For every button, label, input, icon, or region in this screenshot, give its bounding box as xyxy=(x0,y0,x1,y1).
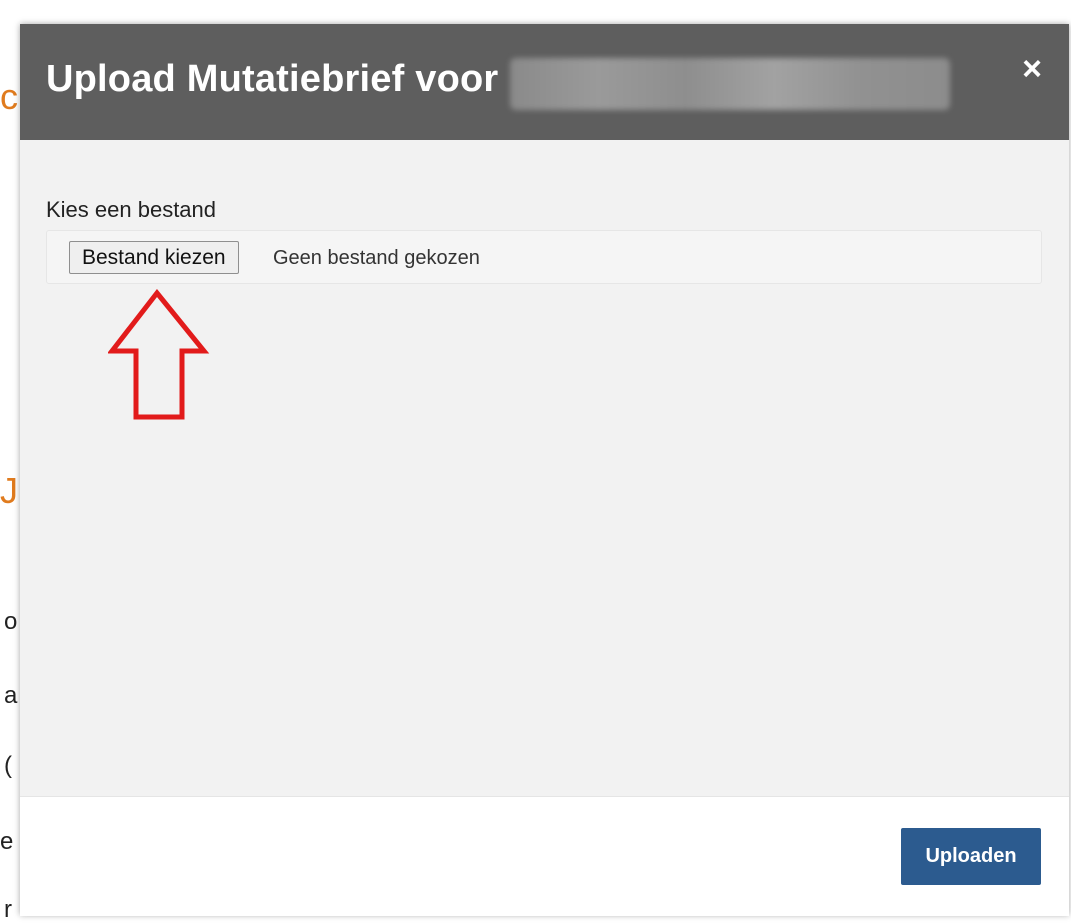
close-button[interactable]: × xyxy=(1017,52,1047,86)
redacted-name xyxy=(510,58,950,110)
file-input-group: Bestand kiezen Geen bestand gekozen xyxy=(46,230,1042,284)
choose-file-button[interactable]: Bestand kiezen xyxy=(69,241,239,274)
file-status-text: Geen bestand gekozen xyxy=(273,247,480,269)
dialog-title: Upload Mutatiebrief voor xyxy=(46,58,499,100)
background-text-fragment: r xyxy=(4,896,12,923)
dialog-header: Upload Mutatiebrief voor × xyxy=(20,24,1069,140)
background-text-fragment: J xyxy=(0,470,18,511)
close-icon: × xyxy=(1022,50,1042,88)
background-text-fragment: o xyxy=(4,608,18,635)
background-text-fragment: a xyxy=(4,682,18,709)
dialog-footer: Uploaden xyxy=(20,796,1069,916)
arrow-up-icon xyxy=(108,289,210,420)
upload-dialog: Upload Mutatiebrief voor × Kies een best… xyxy=(20,24,1069,916)
file-field-label: Kies een bestand xyxy=(46,197,217,222)
background-text-fragment: e xyxy=(0,828,14,855)
background-text-fragment: ( xyxy=(4,752,12,779)
background-text-fragment: c xyxy=(0,76,18,117)
upload-button[interactable]: Uploaden xyxy=(901,828,1041,885)
